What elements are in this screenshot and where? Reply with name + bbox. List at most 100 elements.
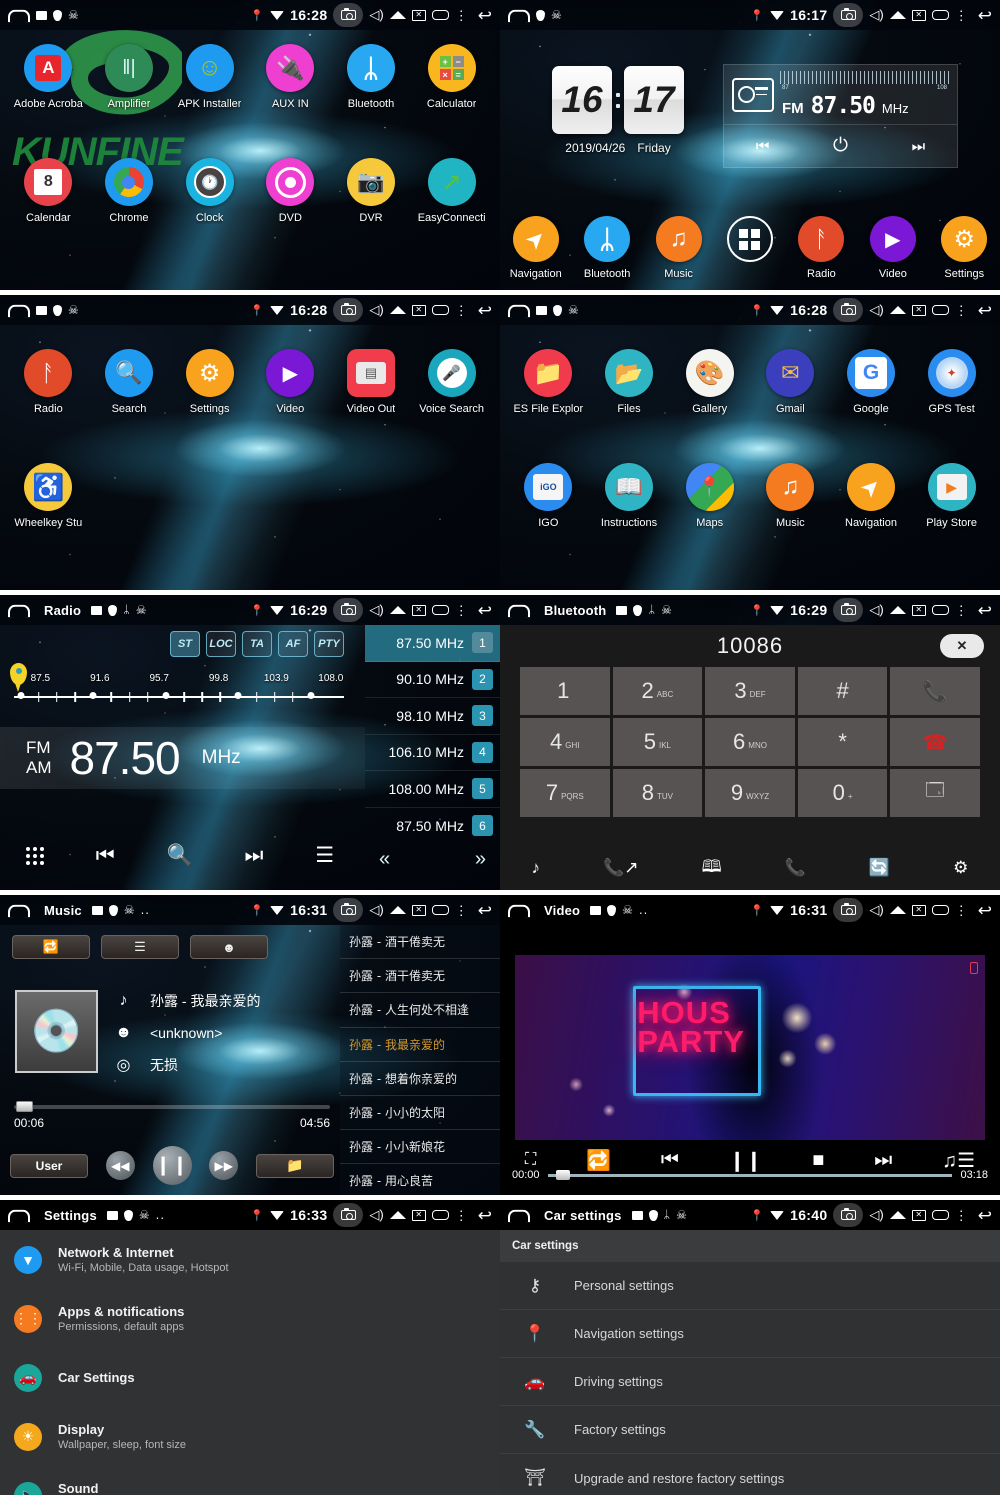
dialpad-key-8[interactable]: 8TUV (613, 769, 703, 817)
eject-icon[interactable] (390, 11, 406, 19)
eject-icon[interactable] (890, 11, 906, 19)
app-item[interactable]: ▶Video (250, 349, 331, 415)
back-icon[interactable]: ↩ (978, 902, 992, 919)
camera-icon[interactable] (833, 898, 863, 922)
artist-icon[interactable]: ☻ (190, 935, 268, 959)
preset-prev-page-button[interactable]: « (379, 848, 390, 871)
radio-icon[interactable]: ᚨ (798, 216, 844, 262)
app-item[interactable]: +−×=Calculator (411, 44, 492, 110)
preset-item[interactable]: 98.10 MHz3 (365, 698, 500, 735)
recents-icon[interactable] (432, 305, 449, 315)
amplifier-icon[interactable]: ‖| (105, 44, 153, 92)
end-call-button[interactable]: ☎ (890, 718, 980, 766)
radio-tuner-scale[interactable]: 87.5 91.6 95.7 99.8 103.9 108.0 (14, 673, 344, 704)
close-box-icon[interactable]: ✕ (912, 305, 926, 316)
list-item[interactable]: 孙露 - 人生何处不相逢 (340, 993, 500, 1027)
igo-icon[interactable]: iGO (524, 463, 572, 511)
settings-icon[interactable]: ⚙ (186, 349, 234, 397)
app-item[interactable]: iGOIGO (508, 463, 589, 529)
camera-icon[interactable] (833, 298, 863, 322)
recents-icon[interactable] (932, 10, 949, 20)
fullscreen-icon[interactable]: ⛶ (525, 1151, 536, 1169)
app-item[interactable]: ᚨRadio (8, 349, 89, 415)
repeat-icon[interactable]: 🔁 (586, 1148, 611, 1173)
all-apps-icon[interactable] (727, 216, 773, 262)
back-icon[interactable]: ↩ (978, 302, 992, 319)
eject-icon[interactable] (890, 906, 906, 914)
close-box-icon[interactable]: ✕ (912, 905, 926, 916)
car-settings-item-driving[interactable]: 🚗 Driving settings (500, 1358, 1000, 1406)
backspace-button[interactable]: ✕ (940, 634, 984, 658)
camera-icon[interactable] (333, 598, 363, 622)
volume-icon[interactable]: ◁) (869, 602, 883, 618)
call-log-icon[interactable]: 📞↗ (603, 858, 638, 878)
settings-item-display[interactable]: ☀ Display Wallpaper, sleep, font size (0, 1407, 500, 1466)
app-item[interactable]: 🕐Clock (169, 158, 250, 224)
eject-icon[interactable] (890, 606, 906, 614)
dock-item-bluetooth[interactable]: ᛦBluetooth (571, 216, 642, 280)
recents-icon[interactable] (432, 10, 449, 20)
dialpad-key-hash[interactable]: # (798, 667, 888, 715)
home-icon[interactable] (508, 304, 530, 317)
camera-icon[interactable] (833, 1203, 863, 1227)
recents-icon[interactable] (932, 1210, 949, 1220)
skip-previous-icon[interactable]: ⏮ (756, 138, 770, 155)
list-item[interactable]: 孙露 - 想着你亲爱的 (340, 1062, 500, 1096)
recents-icon[interactable] (432, 1210, 449, 1220)
preset-next-page-button[interactable]: » (475, 848, 486, 871)
app-item[interactable]: ⚙Settings (169, 349, 250, 415)
dialpad-key-star[interactable]: * (798, 718, 888, 766)
app-item[interactable]: 🔍Search (89, 349, 170, 415)
overflow-icon[interactable]: ⋮ (455, 904, 468, 917)
grid-icon[interactable] (26, 847, 44, 865)
skip-next-icon[interactable]: ⏭ (874, 1149, 892, 1172)
power-icon[interactable]: ⏻ (833, 135, 848, 157)
close-box-icon[interactable]: ✕ (412, 10, 426, 21)
volume-icon[interactable]: ◁) (369, 1207, 383, 1223)
dialpad-key-1[interactable]: 1 (520, 667, 610, 715)
preset-item[interactable]: 108.00 MHz5 (365, 771, 500, 808)
clock-widget[interactable]: 16 17 2019/04/26 Friday (552, 66, 684, 155)
back-icon[interactable]: ↩ (478, 902, 492, 919)
radio-tag-st[interactable]: ST (170, 631, 200, 657)
easyconnect-icon[interactable]: ↗ (428, 158, 476, 206)
dialpad-key-7[interactable]: 7PQRS (520, 769, 610, 817)
skip-next-icon[interactable]: ⏭ (912, 138, 926, 155)
dialpad-key-4[interactable]: 4GHI (520, 718, 610, 766)
music-icon[interactable]: ♫ (766, 463, 814, 511)
volume-icon[interactable]: ◁) (369, 602, 383, 618)
dialpad-key-2[interactable]: 2ABC (613, 667, 703, 715)
navigation-icon[interactable]: ➤ (513, 216, 559, 262)
close-box-icon[interactable]: ✕ (412, 605, 426, 616)
dialpad-key-9[interactable]: 9WXYZ (705, 769, 795, 817)
volume-icon[interactable]: ◁) (369, 302, 383, 318)
preset-item[interactable]: 90.10 MHz2 (365, 662, 500, 699)
dialpad-icon[interactable]: 📞 (785, 858, 806, 878)
list-item[interactable]: 孙露 - 酒干倦卖无 (340, 959, 500, 993)
radio-icon[interactable]: ᚨ (24, 349, 72, 397)
skip-previous-icon[interactable]: ⏮ (96, 844, 115, 868)
playlist-icon[interactable]: ♫☰ (942, 1148, 975, 1173)
settings-item-car[interactable]: 🚗 Car Settings (0, 1348, 500, 1407)
list-item[interactable]: 孙露 - 小小的太阳 (340, 1096, 500, 1130)
app-item[interactable]: 📍Maps (669, 463, 750, 529)
chrome-icon[interactable] (105, 158, 153, 206)
app-item[interactable]: 📁ES File Explor (508, 349, 589, 415)
camera-icon[interactable] (333, 1203, 363, 1227)
back-icon[interactable]: ↩ (978, 7, 992, 24)
files-icon[interactable]: 📂 (605, 349, 653, 397)
home-icon[interactable] (508, 904, 530, 917)
recents-icon[interactable] (432, 905, 449, 915)
dock-item-music[interactable]: ♫Music (643, 216, 714, 280)
transfer-call-button[interactable]: 🗔 (890, 769, 980, 817)
recents-icon[interactable] (932, 305, 949, 315)
home-icon[interactable] (508, 604, 530, 617)
fast-forward-button[interactable]: ▶▶ (209, 1151, 238, 1180)
bluetooth-icon[interactable]: ᛦ (584, 216, 630, 262)
dock-item-all-apps[interactable] (714, 216, 785, 280)
close-box-icon[interactable]: ✕ (412, 1210, 426, 1221)
close-box-icon[interactable]: ✕ (412, 905, 426, 916)
band-fm[interactable]: FM (26, 738, 52, 758)
car-settings-item-navigation[interactable]: 📍 Navigation settings (500, 1310, 1000, 1358)
rewind-button[interactable]: ◀◀ (106, 1151, 135, 1180)
